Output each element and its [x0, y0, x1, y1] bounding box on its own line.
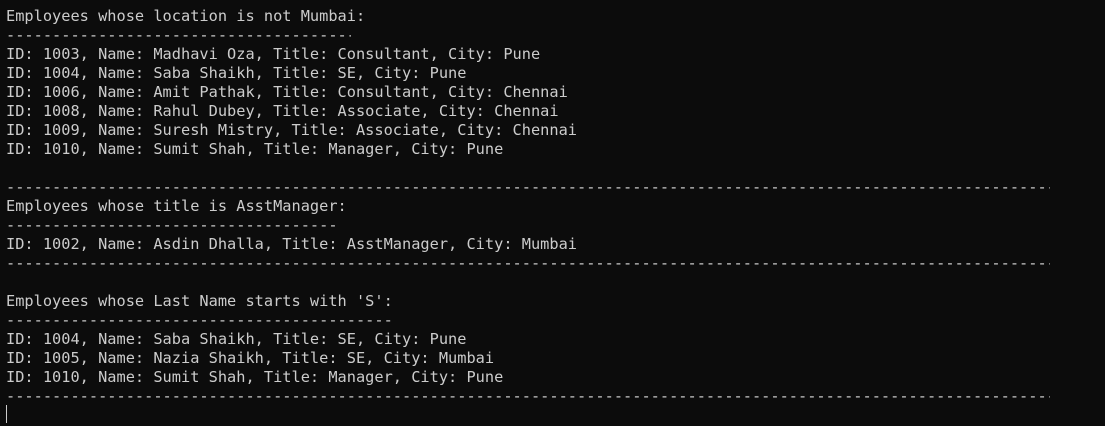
employee-row: ID: 1003, Name: Madhavi Oza, Title: Cons… [6, 45, 541, 63]
heading-underline: ------------------------------------- [6, 216, 339, 234]
employee-row: ID: 1009, Name: Suresh Mistry, Title: As… [6, 121, 577, 139]
section-heading: Employees whose Last Name starts with 'S… [6, 292, 393, 310]
employee-row: ID: 1006, Name: Amit Pathak, Title: Cons… [6, 83, 568, 101]
section-heading: Employees whose title is AsstManager: [6, 197, 347, 215]
section-separator: ----------------------------------------… [6, 254, 1050, 272]
section-separator: ----------------------------------------… [6, 178, 1050, 196]
heading-underline: --------------------------------------- [6, 26, 351, 44]
employee-row: ID: 1008, Name: Rahul Dubey, Title: Asso… [6, 102, 559, 120]
employee-row: ID: 1004, Name: Saba Shaikh, Title: SE, … [6, 64, 467, 82]
heading-underline: ----------------------------------------… [6, 311, 392, 329]
section-separator: ----------------------------------------… [6, 387, 1050, 405]
employee-row: ID: 1004, Name: Saba Shaikh, Title: SE, … [6, 330, 467, 348]
terminal-window[interactable]: Employees whose location is not Mumbai: … [0, 0, 1105, 426]
employee-row: ID: 1002, Name: Asdin Dhalla, Title: Ass… [6, 235, 577, 253]
employee-row: ID: 1010, Name: Sumit Shah, Title: Manag… [6, 368, 504, 386]
section-heading: Employees whose location is not Mumbai: [6, 7, 366, 25]
text-cursor [6, 405, 7, 423]
employee-row: ID: 1005, Name: Nazia Shaikh, Title: SE,… [6, 349, 495, 367]
employee-row: ID: 1010, Name: Sumit Shah, Title: Manag… [6, 140, 504, 158]
